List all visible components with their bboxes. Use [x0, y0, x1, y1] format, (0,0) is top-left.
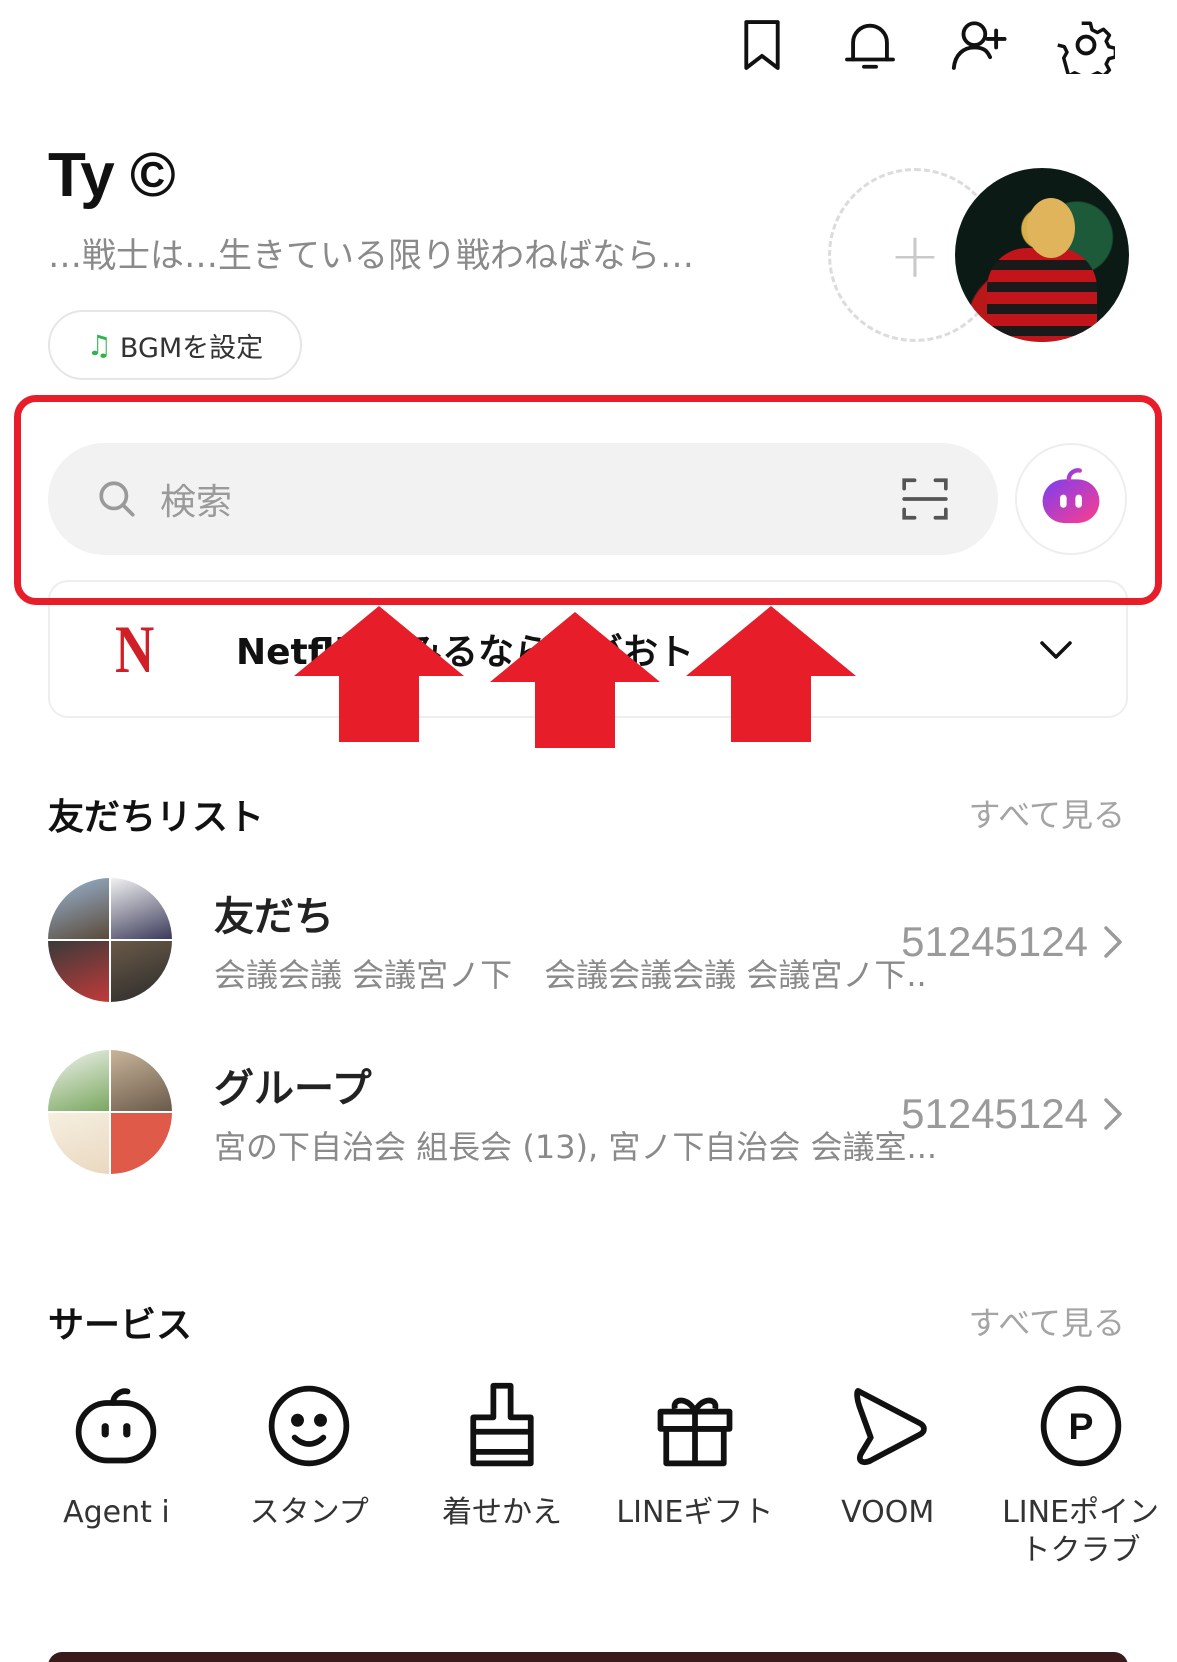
- groups-row-subtitle: 宮の下自治会 組長会 (13), 宮ノ下自治会 会議室...: [214, 1128, 938, 1166]
- agent-i-icon: [1042, 468, 1100, 524]
- service-label: Agent i: [63, 1495, 170, 1530]
- svg-text:P: P: [1068, 1405, 1093, 1447]
- friends-thumbnail: [48, 878, 172, 1002]
- groups-row-count: 51245124: [901, 1090, 1088, 1137]
- service-label: VOOM: [841, 1495, 935, 1530]
- friends-see-all-link[interactable]: すべて見る: [969, 790, 1125, 836]
- service-label: LINEポイントクラブ: [1002, 1495, 1160, 1568]
- service-label: LINEギフト: [616, 1495, 774, 1530]
- line-home-screen: Ty © …戦士は…生きている限り戦わねばなら… ♫ BGMを設定 + 検索 N…: [0, 0, 1177, 1662]
- services-section-title: サービス: [48, 1305, 193, 1346]
- up-arrow-icon: [490, 612, 660, 748]
- voom-icon: [853, 1388, 927, 1466]
- agent-i-button[interactable]: [1015, 443, 1127, 555]
- qr-scan-icon[interactable]: [900, 474, 950, 524]
- agent-icon: [76, 1388, 157, 1464]
- bgm-label: BGMを設定: [119, 332, 264, 364]
- service-label: 着せかえ: [442, 1495, 563, 1530]
- gift-icon: [657, 1397, 733, 1467]
- friends-section-title: 友だちリスト: [48, 797, 265, 838]
- search-icon: [99, 481, 135, 517]
- friends-row-subtitle: 会議会議 会議宮ノ下 会議会議会議 会議宮ノ下..: [214, 956, 927, 994]
- service-label: スタンプ: [249, 1495, 369, 1530]
- service-voom[interactable]: VOOM: [791, 1380, 984, 1569]
- chevron-down-icon[interactable]: [1036, 629, 1076, 669]
- bookmark-icon[interactable]: [731, 14, 793, 76]
- groups-thumbnail: [48, 1050, 172, 1174]
- up-arrow-icon: [294, 606, 464, 742]
- points-icon: P: [1040, 1385, 1121, 1467]
- groups-row-title: グループ: [214, 1066, 372, 1112]
- top-toolbar: [731, 14, 1117, 76]
- music-note-icon: ♫: [86, 328, 112, 362]
- chevron-right-icon: [1104, 926, 1122, 958]
- service-stickers[interactable]: スタンプ: [213, 1380, 406, 1569]
- search-input[interactable]: 検索: [48, 443, 998, 555]
- bell-icon[interactable]: [839, 14, 901, 76]
- bottom-card-edge: [48, 1652, 1128, 1662]
- bgm-button[interactable]: ♫ BGMを設定: [48, 310, 302, 380]
- friends-row[interactable]: 友だち 会議会議 会議宮ノ下 会議会議会議 会議宮ノ下.. 51245124: [48, 878, 1128, 1004]
- avatar[interactable]: [955, 168, 1129, 342]
- groups-row[interactable]: グループ 宮の下自治会 組長会 (13), 宮ノ下自治会 会議室... 5124…: [48, 1050, 1128, 1176]
- theme-icon: [470, 1382, 534, 1467]
- up-arrow-icon: [686, 606, 856, 742]
- avatar-shirt: [987, 248, 1097, 342]
- add-friend-icon[interactable]: [947, 14, 1009, 76]
- service-gift[interactable]: LINEギフト: [598, 1380, 791, 1569]
- profile-name[interactable]: Ty ©: [48, 140, 176, 211]
- settings-icon[interactable]: [1055, 14, 1117, 76]
- services-see-all-link[interactable]: すべて見る: [969, 1298, 1125, 1344]
- chevron-right-icon: [1104, 1098, 1122, 1130]
- sticker-icon: [268, 1385, 350, 1467]
- profile-status-message[interactable]: …戦士は…生きている限り戦わねばなら…: [48, 228, 694, 277]
- services-list: Agent i スタンプ 着せかえ LINEギフト VOOM P LINEポイン…: [20, 1380, 1177, 1569]
- service-themes[interactable]: 着せかえ: [406, 1380, 599, 1569]
- service-points-club[interactable]: P LINEポイントクラブ: [984, 1380, 1177, 1569]
- avatar-head: [1027, 198, 1075, 258]
- netflix-logo: N: [115, 610, 155, 687]
- friends-row-count: 51245124: [901, 918, 1088, 965]
- search-placeholder: 検索: [160, 482, 233, 523]
- service-agent-i[interactable]: Agent i: [20, 1380, 213, 1569]
- friends-row-title: 友だち: [214, 894, 334, 940]
